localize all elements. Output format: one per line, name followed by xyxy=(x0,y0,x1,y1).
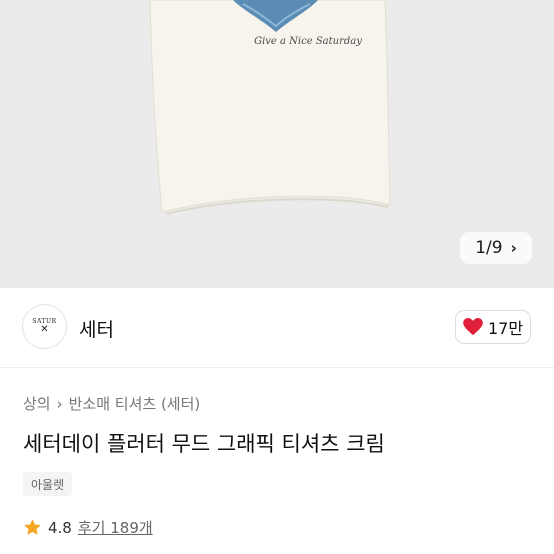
star-icon xyxy=(24,519,41,535)
brand-name[interactable]: 세터 xyxy=(79,315,114,342)
like-button[interactable]: 17만 xyxy=(455,310,531,344)
image-counter[interactable]: 1/9 › xyxy=(460,232,532,264)
breadcrumb-category[interactable]: 상의 xyxy=(23,393,51,414)
rating-row: 4.8 후기 189개 xyxy=(23,517,153,538)
rating-score: 4.8 xyxy=(48,518,72,537)
reviews-link[interactable]: 후기 189개 xyxy=(78,517,153,538)
brand-logo-mark: ✕ xyxy=(40,324,49,335)
image-counter-current: 1 xyxy=(475,238,487,258)
chevron-right-icon[interactable]: › xyxy=(511,239,517,257)
brand-logo[interactable]: SATUR ✕ xyxy=(22,304,67,349)
image-counter-total: 9 xyxy=(491,238,503,258)
outlet-tag: 아울렛 xyxy=(23,472,73,496)
shirt-print-text: Give a Nice Saturday xyxy=(254,36,362,47)
breadcrumb-subcategory[interactable]: 반소매 티셔츠 (세터) xyxy=(69,393,201,414)
product-title: 세터데이 플러터 무드 그래픽 티셔츠 크림 xyxy=(23,432,385,456)
chevron-right-icon: › xyxy=(56,394,63,413)
heart-icon xyxy=(463,318,483,336)
like-count: 17만 xyxy=(487,319,524,338)
product-image-gallery[interactable]: Give a Nice Saturday 1/9 › xyxy=(0,0,554,288)
breadcrumb: 상의 › 반소매 티셔츠 (세터) xyxy=(23,393,200,414)
